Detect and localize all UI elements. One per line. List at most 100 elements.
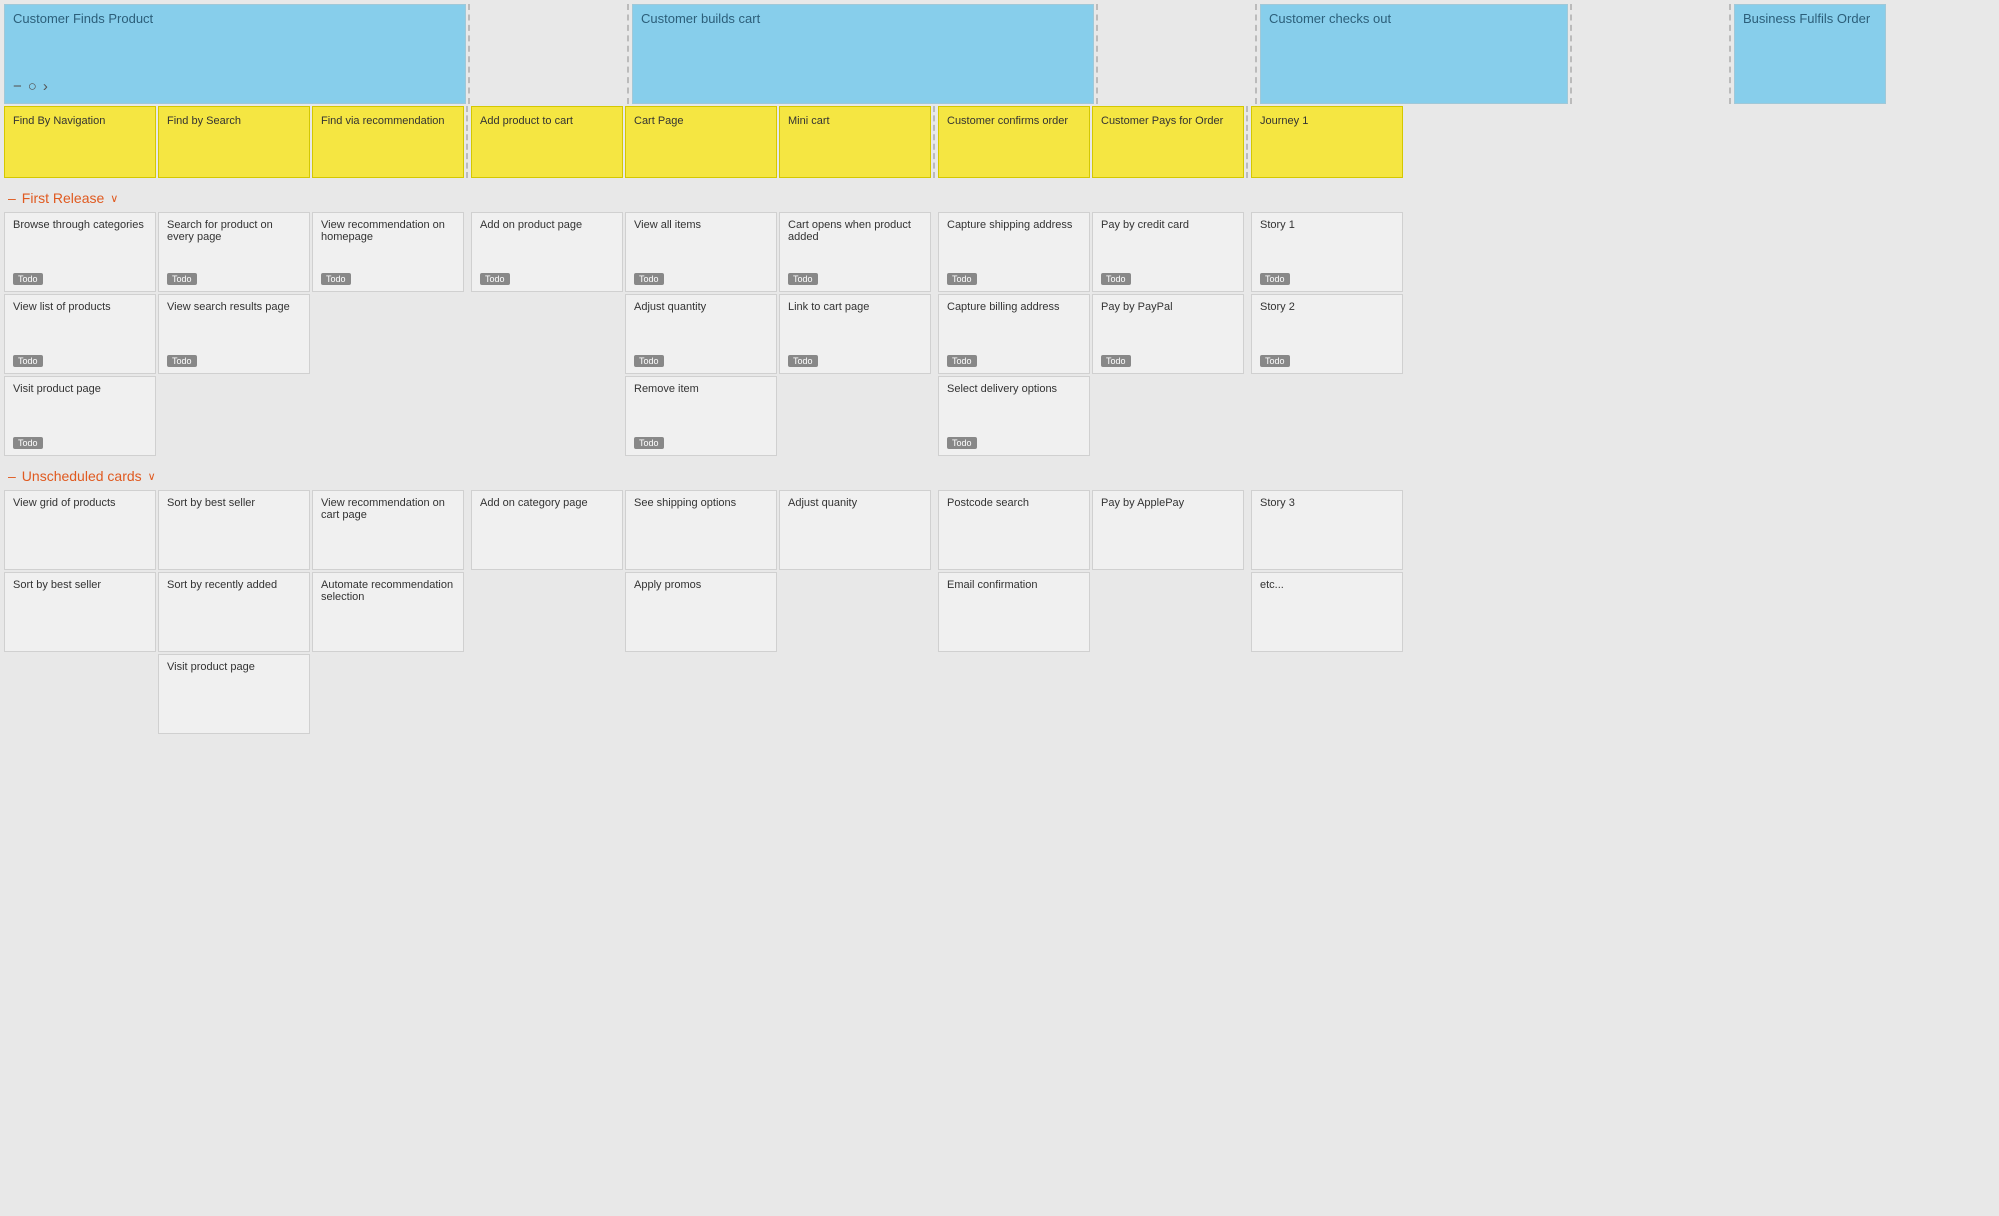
story-title: Customer confirms order [947, 115, 1068, 127]
card-title: Remove item [634, 383, 768, 395]
card-select-delivery[interactable]: Select delivery options Todo [938, 376, 1090, 456]
card-title: Capture shipping address [947, 219, 1081, 231]
card-title: Adjust quantity [634, 301, 768, 313]
card-title: Sort by best seller [13, 579, 147, 591]
card-view-all-items[interactable]: View all items Todo [625, 212, 777, 292]
todo-badge: Todo [947, 355, 977, 367]
card-view-grid-products[interactable]: View grid of products [4, 490, 156, 570]
card-postcode-search[interactable]: Postcode search [938, 490, 1090, 570]
divider [468, 4, 471, 104]
col-find-navigation: Browse through categories Todo View list… [4, 212, 156, 456]
col-unsch-mini-cart: Adjust quanity [779, 490, 931, 570]
epic-business-fulfils-order[interactable]: Business Fulfils Order [1734, 4, 1886, 104]
col-stories-1: Story 1 Todo Story 2 Todo [1251, 212, 1403, 374]
card-etc[interactable]: etc... [1251, 572, 1403, 652]
todo-badge: Todo [788, 273, 818, 285]
card-adjust-quantity[interactable]: Adjust quantity Todo [625, 294, 777, 374]
card-search-every-page[interactable]: Search for product on every page Todo [158, 212, 310, 292]
epic-customer-finds-product[interactable]: Customer Finds Product − ○ › [4, 4, 466, 104]
card-visit-product-page-2[interactable]: Visit product page [158, 654, 310, 734]
card-automate-rec[interactable]: Automate recommendation selection [312, 572, 464, 652]
card-story-3[interactable]: Story 3 [1251, 490, 1403, 570]
story-find-via-recommendation[interactable]: Find via recommendation [312, 106, 464, 178]
col-unsch-add: Add on category page [471, 490, 623, 570]
todo-badge: Todo [1101, 273, 1131, 285]
chevron-down-icon[interactable]: ∨ [110, 192, 118, 205]
story-cart-page[interactable]: Cart Page [625, 106, 777, 178]
epic-icons: − ○ › [13, 78, 48, 95]
chevron-down-icon[interactable]: ∨ [148, 470, 156, 483]
story-title: Find by Search [167, 115, 241, 127]
col-cart-page: View all items Todo Adjust quantity Todo… [625, 212, 777, 456]
card-title: Automate recommendation selection [321, 579, 455, 603]
card-recommendation-homepage[interactable]: View recommendation on homepage Todo [312, 212, 464, 292]
dash-icon: – [8, 468, 16, 484]
story-journey-1[interactable]: Journey 1 [1251, 106, 1403, 178]
todo-badge: Todo [947, 273, 977, 285]
todo-badge: Todo [167, 355, 197, 367]
col-checkout-confirm: Capture shipping address Todo Capture bi… [938, 212, 1090, 456]
card-title: View recommendation on cart page [321, 497, 455, 521]
card-sort-best-seller-2[interactable]: Sort by best seller [158, 490, 310, 570]
card-sort-best-seller-1[interactable]: Sort by best seller [4, 572, 156, 652]
card-capture-shipping[interactable]: Capture shipping address Todo [938, 212, 1090, 292]
card-see-shipping[interactable]: See shipping options [625, 490, 777, 570]
card-remove-item[interactable]: Remove item Todo [625, 376, 777, 456]
epic-title: Customer Finds Product [13, 11, 153, 26]
card-sort-recently-added[interactable]: Sort by recently added [158, 572, 310, 652]
todo-badge: Todo [480, 273, 510, 285]
card-capture-billing[interactable]: Capture billing address Todo [938, 294, 1090, 374]
card-title: Cart opens when product added [788, 219, 922, 243]
card-pay-credit-card[interactable]: Pay by credit card Todo [1092, 212, 1244, 292]
card-pay-paypal[interactable]: Pay by PayPal Todo [1092, 294, 1244, 374]
card-story-1[interactable]: Story 1 Todo [1251, 212, 1403, 292]
story-customer-confirms-order[interactable]: Customer confirms order [938, 106, 1090, 178]
card-story-2[interactable]: Story 2 Todo [1251, 294, 1403, 374]
card-browse-categories[interactable]: Browse through categories Todo [4, 212, 156, 292]
card-title: Sort by recently added [167, 579, 301, 591]
card-title: View grid of products [13, 497, 147, 509]
todo-badge: Todo [947, 437, 977, 449]
card-add-on-product-page[interactable]: Add on product page Todo [471, 212, 623, 292]
story-mini-cart[interactable]: Mini cart [779, 106, 931, 178]
card-pay-applepay[interactable]: Pay by ApplePay [1092, 490, 1244, 570]
epic-customer-builds-cart[interactable]: Customer builds cart [632, 4, 1094, 104]
col-payment: Pay by credit card Todo Pay by PayPal To… [1092, 212, 1244, 374]
divider [1570, 4, 1573, 104]
story-find-by-search[interactable]: Find by Search [158, 106, 310, 178]
todo-badge: Todo [167, 273, 197, 285]
story-customer-pays[interactable]: Customer Pays for Order [1092, 106, 1244, 178]
todo-badge: Todo [634, 437, 664, 449]
divider [1255, 4, 1258, 104]
col-unsch-checkout: Postcode search Email confirmation [938, 490, 1090, 652]
todo-badge: Todo [1260, 273, 1290, 285]
card-title: Story 1 [1260, 219, 1394, 231]
story-title: Find By Navigation [13, 115, 105, 127]
col-unsch-nav: View grid of products Sort by best selle… [4, 490, 156, 652]
epic-title: Business Fulfils Order [1743, 11, 1870, 26]
story-find-by-navigation[interactable]: Find By Navigation [4, 106, 156, 178]
story-title: Find via recommendation [321, 115, 445, 127]
card-apply-promos[interactable]: Apply promos [625, 572, 777, 652]
divider [466, 106, 469, 178]
col-mini-cart: Cart opens when product added Todo Link … [779, 212, 931, 374]
epic-customer-checks-out[interactable]: Customer checks out [1260, 4, 1568, 104]
first-release-header: – First Release ∨ [4, 182, 1995, 212]
card-link-to-cart[interactable]: Link to cart page Todo [779, 294, 931, 374]
story-add-product-to-cart[interactable]: Add product to cart [471, 106, 623, 178]
divider [1246, 106, 1249, 178]
divider [1729, 4, 1732, 104]
card-add-category[interactable]: Add on category page [471, 490, 623, 570]
card-view-list-products[interactable]: View list of products Todo [4, 294, 156, 374]
card-cart-opens[interactable]: Cart opens when product added Todo [779, 212, 931, 292]
empty-col [473, 4, 625, 104]
card-view-search-results[interactable]: View search results page Todo [158, 294, 310, 374]
card-title: Browse through categories [13, 219, 147, 231]
todo-badge: Todo [1260, 355, 1290, 367]
card-email-confirmation[interactable]: Email confirmation [938, 572, 1090, 652]
card-adjust-quanity[interactable]: Adjust quanity [779, 490, 931, 570]
card-visit-product-page[interactable]: Visit product page Todo [4, 376, 156, 456]
card-title: Pay by PayPal [1101, 301, 1235, 313]
card-title: Pay by ApplePay [1101, 497, 1235, 509]
card-rec-cart-page[interactable]: View recommendation on cart page [312, 490, 464, 570]
